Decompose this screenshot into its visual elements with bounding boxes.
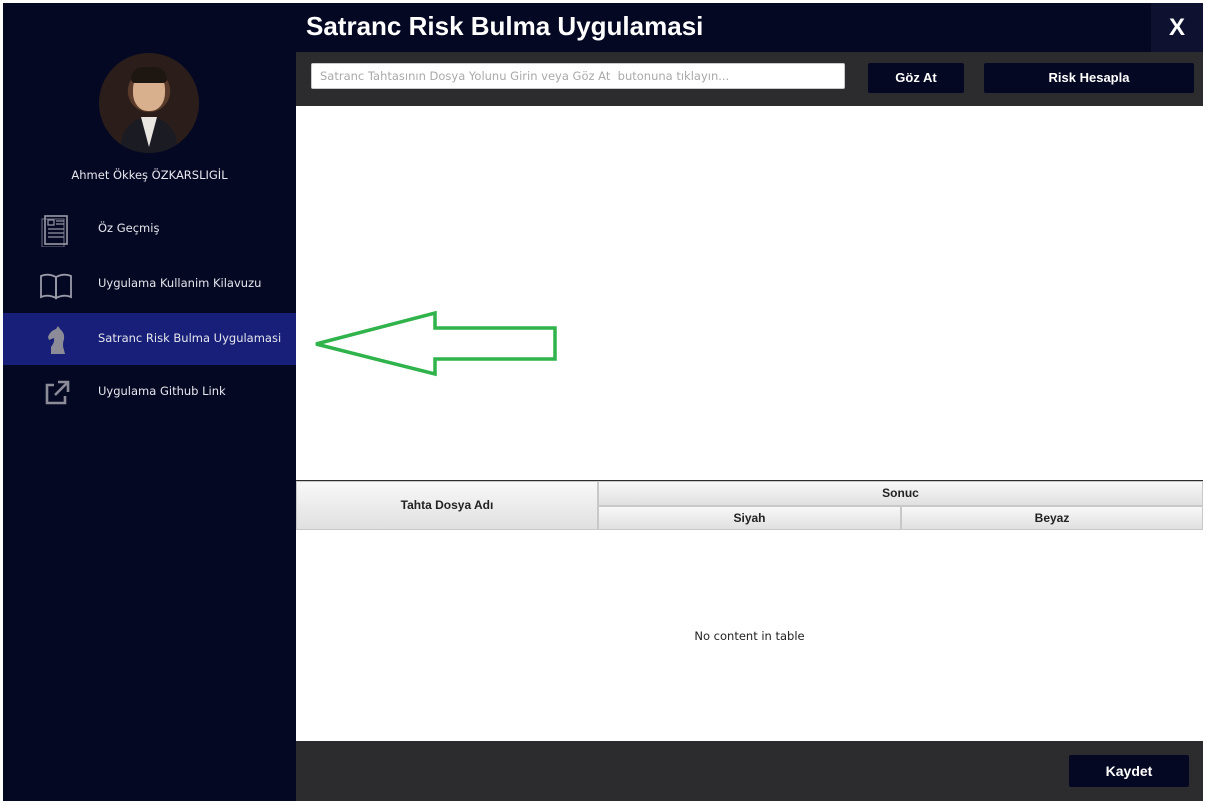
sidebar-item-chess-risk[interactable]: Satranc Risk Bulma Uygulamasi	[3, 313, 296, 365]
sidebar-item-guide[interactable]: Uygulama Kullanim Kilavuzu	[3, 258, 296, 310]
column-header-result: Sonuc	[598, 481, 1203, 506]
footer-bar: Kaydet	[296, 741, 1203, 801]
calculate-risk-button[interactable]: Risk Hesapla	[984, 63, 1194, 93]
chess-knight-icon	[48, 326, 65, 354]
sidebar-item-github[interactable]: Uygulama Github Link	[3, 366, 296, 418]
avatar	[99, 53, 199, 153]
table-empty-message: No content in table	[694, 629, 805, 643]
sidebar-item-label: Uygulama Kullanim Kilavuzu	[98, 276, 262, 290]
user-name: Ahmet Ökkeş ÖZKARSLIGİL	[71, 168, 228, 182]
book-icon	[40, 273, 72, 300]
results-table: Tahta Dosya Adı Sonuc Siyah Beyaz No con…	[296, 481, 1203, 741]
column-header-file[interactable]: Tahta Dosya Adı	[296, 481, 598, 530]
board-display-area	[296, 106, 1203, 481]
browse-button[interactable]: Göz At	[868, 63, 964, 93]
external-link-icon	[45, 380, 70, 405]
annotation-arrow-icon	[315, 310, 557, 377]
sidebar-item-resume[interactable]: Öz Geçmiş	[3, 203, 296, 255]
app-title: Satranc Risk Bulma Uygulamasi	[306, 11, 704, 41]
save-button[interactable]: Kaydet	[1069, 755, 1189, 787]
column-header-black[interactable]: Siyah	[598, 506, 901, 530]
toolbar: Göz At Risk Hesapla	[296, 52, 1203, 106]
close-button[interactable]: X	[1151, 3, 1203, 52]
column-header-white[interactable]: Beyaz	[901, 506, 1203, 530]
file-path-input[interactable]	[311, 63, 845, 89]
sidebar: Ahmet Ökkeş ÖZKARSLIGİL Öz Geçmiş Uygula…	[3, 3, 296, 801]
sidebar-item-label: Öz Geçmiş	[98, 221, 160, 235]
sidebar-item-label: Satranc Risk Bulma Uygulamasi	[98, 331, 282, 345]
app-window: Ahmet Ökkeş ÖZKARSLIGİL Öz Geçmiş Uygula…	[3, 3, 1203, 801]
resume-icon	[41, 215, 68, 247]
title-bar: Satranc Risk Bulma Uygulamasi X	[296, 3, 1203, 52]
sidebar-item-label: Uygulama Github Link	[98, 384, 226, 398]
